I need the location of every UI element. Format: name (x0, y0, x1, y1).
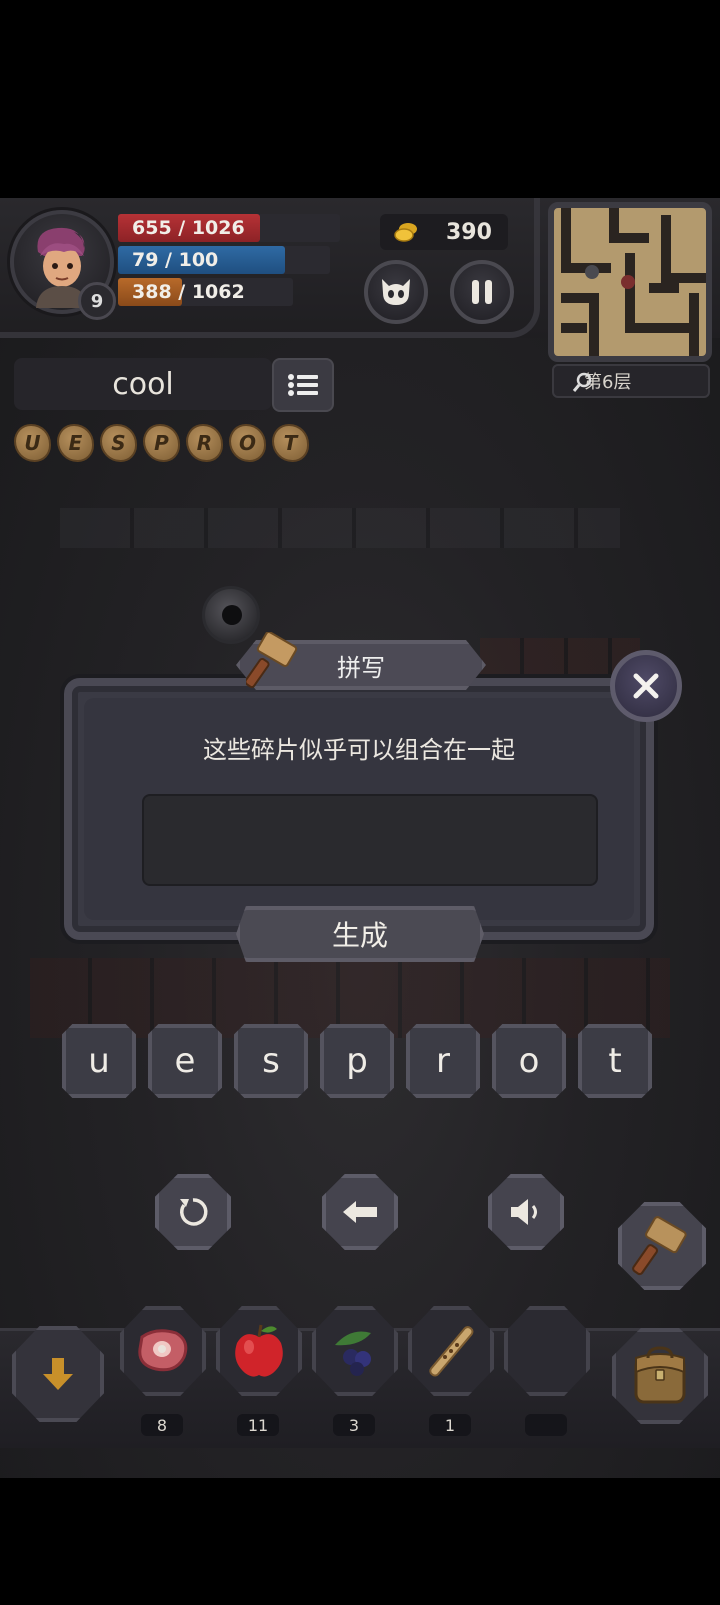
xp-text: 388 / 1062 (132, 281, 245, 303)
sound-button[interactable] (488, 1174, 564, 1250)
mp-bar: 79 / 100 (118, 246, 330, 274)
coin-amount: 390 (446, 219, 492, 245)
level-badge: 9 (78, 282, 116, 320)
descend-button[interactable] (12, 1326, 104, 1422)
current-word: cool (14, 358, 272, 410)
inventory-count: 1 (429, 1414, 471, 1436)
backpack-icon (634, 1346, 686, 1404)
spell-answer-field[interactable] (142, 794, 598, 886)
backpack-button[interactable] (612, 1328, 708, 1424)
letter-shard: P (143, 424, 180, 462)
coin-counter: 390 (380, 214, 508, 250)
letter-keys: uesprot (62, 1024, 652, 1098)
backspace-button[interactable] (322, 1174, 398, 1250)
pause-button[interactable] (450, 260, 514, 324)
arrow-down-icon (43, 1358, 73, 1390)
letter-key[interactable]: p (320, 1024, 394, 1098)
hp-bar: 655 / 1026 (118, 214, 340, 242)
letter-shards: UESPROT (14, 424, 309, 462)
letter-shard: T (272, 424, 309, 462)
close-button[interactable] (610, 650, 682, 722)
word-list-button[interactable] (272, 358, 334, 412)
refresh-icon (180, 1198, 208, 1226)
apple-icon (235, 1324, 283, 1377)
dungeon-wall-band (60, 508, 620, 548)
letter-shard: S (100, 424, 137, 462)
map-search-button[interactable]: 第6层 (552, 364, 710, 398)
speaker-icon (511, 1199, 537, 1225)
maze-map-icon (561, 208, 706, 356)
letter-key[interactable]: o (492, 1024, 566, 1098)
mp-text: 79 / 100 (132, 249, 219, 271)
game-screen: 9 655 / 1026 79 / 100 388 / 1062 390 第6层… (0, 198, 720, 1478)
meat-icon (138, 1329, 188, 1372)
hammer-icon (632, 1216, 687, 1276)
letter-key[interactable]: u (62, 1024, 136, 1098)
spell-dialog: 这些碎片似乎可以组合在一起 (64, 678, 654, 940)
coins-icon (394, 223, 417, 242)
reset-button[interactable] (155, 1174, 231, 1250)
hammer-icon (246, 632, 298, 688)
dialog-panel: 这些碎片似乎可以组合在一起 (84, 698, 634, 920)
monster-face-icon (382, 279, 410, 305)
xp-bar: 388 / 1062 (118, 278, 293, 306)
letter-key[interactable]: s (234, 1024, 308, 1098)
flute-icon (429, 1326, 474, 1377)
berries-icon (335, 1331, 371, 1376)
inventory-count: 3 (333, 1414, 375, 1436)
letter-shard: O (229, 424, 266, 462)
inventory-count (525, 1414, 567, 1436)
craft-hammer-button[interactable] (618, 1202, 706, 1290)
inventory-slot-empty[interactable] (504, 1306, 590, 1396)
dialog-message: 这些碎片似乎可以组合在一起 (203, 736, 515, 764)
letter-shard: R (186, 424, 223, 462)
search-icon (572, 372, 592, 392)
letter-key[interactable]: t (578, 1024, 652, 1098)
pause-icon (472, 280, 492, 304)
inventory-count: 11 (237, 1414, 279, 1436)
monster-button[interactable] (364, 260, 428, 324)
inventory-count: 8 (141, 1414, 183, 1436)
close-icon (633, 673, 659, 699)
letter-key[interactable]: e (148, 1024, 222, 1098)
letter-key[interactable]: r (406, 1024, 480, 1098)
generate-button[interactable]: 生成 (236, 906, 484, 962)
arrow-left-icon (343, 1201, 377, 1223)
letter-shard: U (14, 424, 51, 462)
minimap[interactable] (548, 202, 712, 362)
list-icon (288, 374, 318, 396)
letter-shard: E (57, 424, 94, 462)
hp-text: 655 / 1026 (132, 217, 245, 239)
